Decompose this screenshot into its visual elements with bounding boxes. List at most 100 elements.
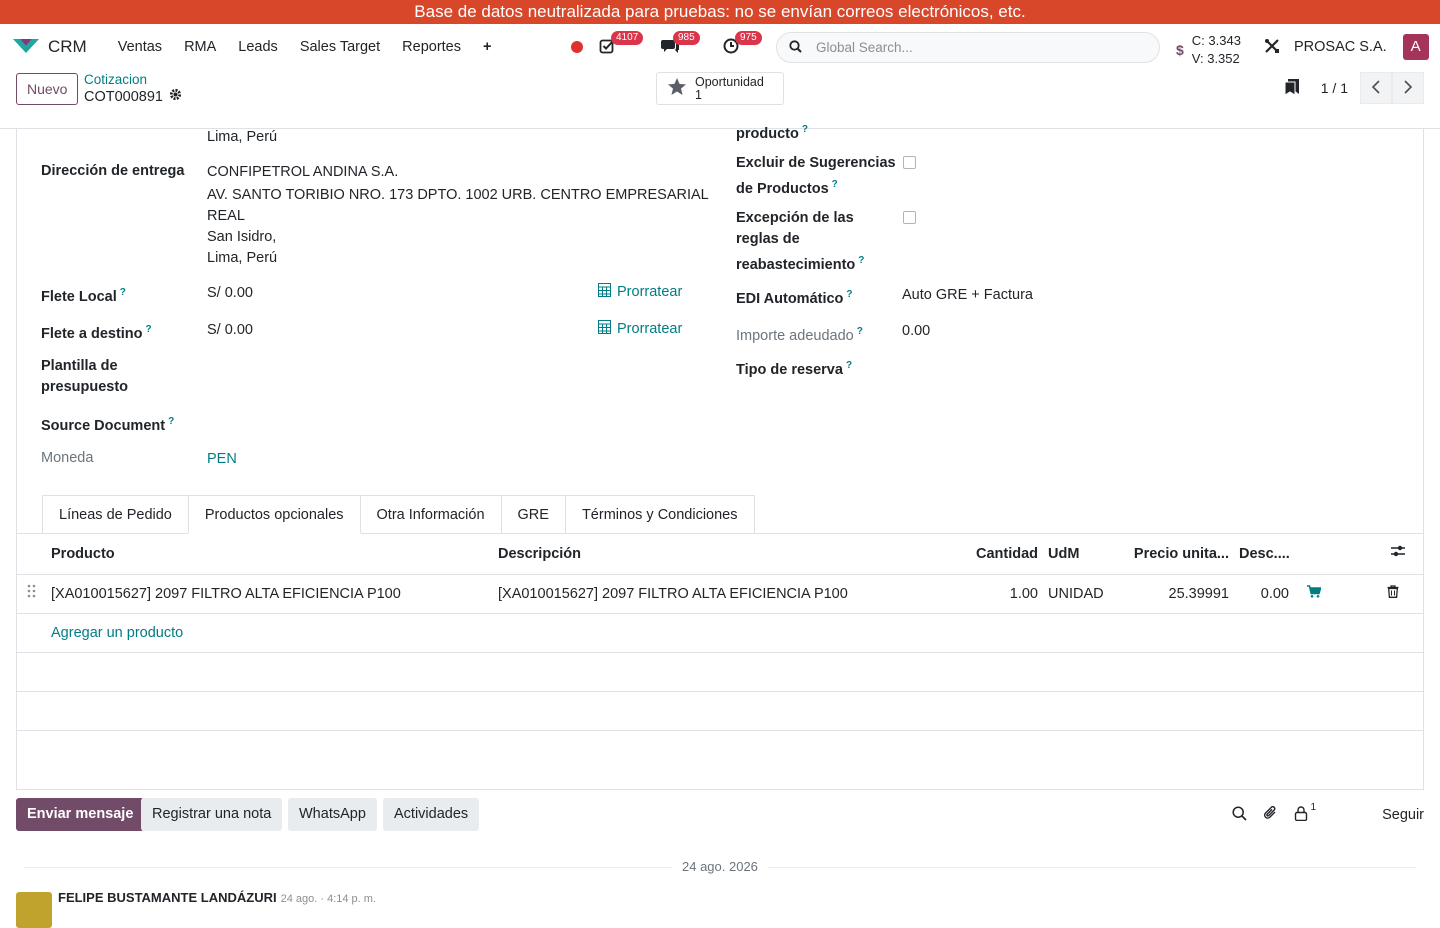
col-descuento[interactable]: Desc.... <box>1239 534 1290 574</box>
plus-icon[interactable]: + <box>472 39 502 55</box>
paperclip-icon[interactable] <box>1263 805 1278 824</box>
cell-udm[interactable]: UNIDAD <box>1048 575 1104 614</box>
col-descripcion[interactable]: Descripción <box>498 534 581 574</box>
cell-descripcion[interactable]: [XA010015627] 2097 FILTRO ALTA EFICIENCI… <box>498 575 848 614</box>
clock-systray[interactable]: 975 <box>723 31 762 59</box>
global-search[interactable] <box>776 32 1160 63</box>
column-settings-icon[interactable] <box>1390 534 1406 574</box>
new-button[interactable]: Nuevo <box>16 73 79 105</box>
flete-local-label: Flete Local? <box>41 287 126 305</box>
col-producto[interactable]: Producto <box>51 534 115 574</box>
add-product-link[interactable]: Agregar un producto <box>51 614 183 653</box>
exchange-rate[interactable]: $ C: 3.343 V: 3.352 <box>1176 32 1241 68</box>
menu-sales-target[interactable]: Sales Target <box>289 39 391 55</box>
empty-row <box>17 653 1423 692</box>
notebook-tabs: Líneas de Pedido Productos opcionales Ot… <box>42 495 755 534</box>
tab-lineas-de-pedido[interactable]: Líneas de Pedido <box>42 495 189 534</box>
prorratear-label: Prorratear <box>617 321 683 337</box>
activities-button[interactable]: Actividades <box>383 798 480 831</box>
smart-button-text: Oportunidad 1 <box>695 74 764 102</box>
tab-productos-opcionales[interactable]: Productos opcionales <box>187 495 361 534</box>
delivery-address-line-5: Lima, Perú <box>207 250 278 266</box>
breadcrumb-parent[interactable]: Cotizacion <box>84 72 182 87</box>
col-udm[interactable]: UdM <box>1048 534 1079 574</box>
moneda-label: Moneda <box>41 450 94 466</box>
pager-value[interactable]: 1 / 1 <box>1321 80 1348 96</box>
global-search-input[interactable] <box>816 40 1136 55</box>
add-line-row: Agregar un producto <box>17 614 1423 653</box>
app-brand[interactable]: CRM <box>12 37 87 58</box>
cell-descuento[interactable]: 0.00 <box>1239 575 1289 614</box>
flete-destino-value[interactable]: S/ 0.00 <box>207 320 253 341</box>
delivery-address-line-1[interactable]: CONFIPETROL ANDINA S.A. <box>207 162 398 183</box>
edi-value[interactable]: Auto GRE + Factura <box>902 285 1033 306</box>
main-menu: Ventas RMA Leads Sales Target Reportes + <box>107 39 503 55</box>
user-avatar[interactable]: A <box>1402 34 1429 60</box>
date-separator: 24 ago. 2026 <box>672 859 768 874</box>
follow-button[interactable]: Seguir <box>1382 807 1424 823</box>
add-to-cart-icon[interactable] <box>1307 575 1322 614</box>
search-icon[interactable] <box>1231 805 1247 824</box>
breadcrumb-current: COT000891 <box>84 88 182 105</box>
pager-next[interactable] <box>1392 72 1424 104</box>
excepcion-checkbox[interactable] <box>903 211 916 224</box>
calculator-icon <box>598 320 611 338</box>
systray: 4107 985 975 <box>566 24 785 70</box>
excepcion-label-line-1: Excepción de las <box>736 210 854 226</box>
company-switcher[interactable]: PROSAC S.A. A <box>1264 24 1429 70</box>
prorratear-destino-button[interactable]: Prorratear <box>598 320 682 338</box>
tab-gre[interactable]: GRE <box>500 495 566 534</box>
search-icon <box>789 39 802 56</box>
smart-button-label: Oportunidad <box>695 74 764 89</box>
edi-label: EDI Automático? <box>736 289 853 307</box>
recording-dot-icon[interactable] <box>571 41 583 53</box>
company-name[interactable]: PROSAC S.A. <box>1294 39 1387 55</box>
moneda-value[interactable]: PEN <box>207 449 237 470</box>
tab-terminos-y-condiciones[interactable]: Términos y Condiciones <box>564 495 755 534</box>
calculator-icon <box>598 283 611 301</box>
chevron-left-icon <box>1371 79 1381 97</box>
tab-otra-informacion[interactable]: Otra Información <box>359 495 502 534</box>
opportunity-smart-button[interactable]: Oportunidad 1 <box>656 72 784 105</box>
bookmark-icon[interactable] <box>1284 78 1300 99</box>
activities-systray[interactable]: 4107 <box>599 31 644 59</box>
optional-products-table: Producto Descripción Cantidad UdM Precio… <box>17 534 1423 731</box>
plantilla-label-line-2: presupuesto <box>41 379 129 395</box>
chevron-right-icon <box>1403 79 1413 97</box>
excluir-checkbox[interactable] <box>903 156 916 169</box>
pager-previous[interactable] <box>1360 72 1392 104</box>
activities-badge: 4107 <box>611 31 644 45</box>
message-author-avatar[interactable] <box>16 892 52 928</box>
plantilla-label-line-1: Plantilla de <box>41 358 118 374</box>
trash-icon[interactable] <box>1387 575 1399 614</box>
prorratear-local-button[interactable]: Prorratear <box>598 283 682 301</box>
menu-rma[interactable]: RMA <box>173 39 227 55</box>
cell-cantidad[interactable]: 1.00 <box>957 575 1038 614</box>
product-field-label: producto? <box>736 124 808 142</box>
importe-adeudado-value: 0.00 <box>902 323 931 339</box>
importe-adeudado-label: Importe adeudado? <box>736 326 863 344</box>
menu-reportes[interactable]: Reportes <box>391 39 472 55</box>
drag-handle-icon[interactable] <box>27 575 37 614</box>
followers-button[interactable]: 1 <box>1294 802 1316 824</box>
menu-ventas[interactable]: Ventas <box>107 39 173 55</box>
flete-local-value[interactable]: S/ 0.00 <box>207 283 253 304</box>
table-row[interactable]: [XA010015627] 2097 FILTRO ALTA EFICIENCI… <box>17 575 1423 614</box>
menu-leads[interactable]: Leads <box>227 39 289 55</box>
cell-producto[interactable]: [XA010015627] 2097 FILTRO ALTA EFICIENCI… <box>51 575 401 614</box>
send-message-button[interactable]: Enviar mensaje <box>16 798 145 831</box>
col-precio-unitario[interactable]: Precio unita... <box>1117 534 1229 574</box>
cell-precio[interactable]: 25.39991 <box>1117 575 1229 614</box>
col-cantidad[interactable]: Cantidad <box>957 534 1038 574</box>
tools-icon[interactable] <box>1264 38 1280 57</box>
chatter-tools: 1 Seguir <box>1231 798 1424 831</box>
whatsapp-button[interactable]: WhatsApp <box>288 798 377 831</box>
log-note-button[interactable]: Registrar una nota <box>141 798 283 831</box>
messages-systray[interactable]: 985 <box>661 31 700 59</box>
author-name[interactable]: FELIPE BUSTAMANTE LANDÁZURI <box>58 890 277 905</box>
star-icon <box>667 77 687 100</box>
gear-icon[interactable] <box>169 88 182 105</box>
partner-address-last-line: Lima, Perú <box>207 129 278 145</box>
fx-sell: V: 3.352 <box>1191 51 1240 66</box>
record-name: COT000891 <box>84 88 163 105</box>
